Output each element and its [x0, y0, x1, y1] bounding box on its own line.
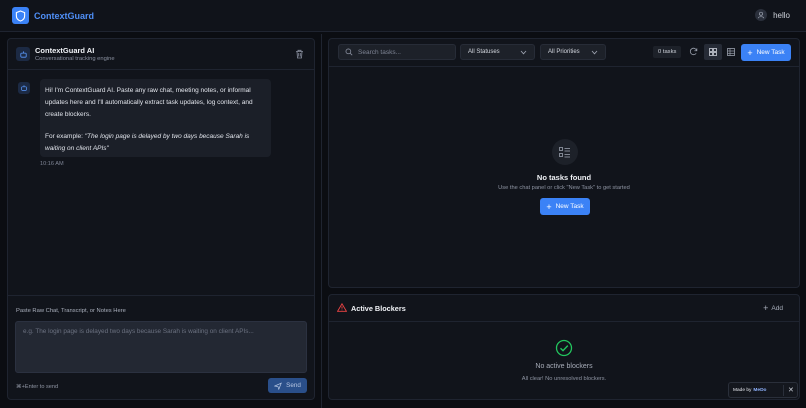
chat-title: ContextGuard AI	[35, 46, 95, 55]
list-view-icon[interactable]	[722, 44, 740, 60]
app-title: ContextGuard	[34, 10, 95, 21]
made-by-badge[interactable]: Made by MeDo ✕	[728, 382, 798, 398]
close-icon[interactable]: ✕	[788, 386, 794, 394]
status-filter-value: All Statuses	[468, 49, 500, 55]
plus-icon: +	[747, 47, 753, 58]
plus-icon: +	[546, 201, 552, 212]
trash-icon[interactable]	[295, 49, 305, 60]
bot-icon	[16, 47, 30, 61]
grid-view-icon[interactable]	[704, 44, 722, 60]
send-icon	[274, 382, 283, 390]
chat-subtitle: Conversational tracking engine	[35, 56, 115, 62]
view-toggle	[704, 44, 740, 60]
badge-separator	[783, 385, 784, 396]
search-input[interactable]	[358, 48, 453, 56]
refresh-icon[interactable]	[689, 47, 699, 57]
add-blocker-button[interactable]: + Add	[763, 303, 783, 313]
chat-panel: ContextGuard AI Conversational tracking …	[7, 38, 315, 400]
empty-tasks-subtitle: Use the chat panel or click "New Task" t…	[498, 185, 630, 191]
message-timestamp: 10:16 AM	[40, 161, 64, 167]
send-label: Send	[286, 382, 301, 389]
panel-divider[interactable]	[321, 34, 322, 408]
search-icon	[345, 48, 353, 56]
priority-filter[interactable]: All Priorities	[540, 44, 606, 60]
brand-logo: MeDo	[753, 387, 767, 393]
chevron-down-icon	[520, 50, 527, 55]
assistant-message: Hi! I'm ContextGuard AI. Paste any raw c…	[40, 79, 271, 157]
list-checklist-icon	[552, 139, 578, 165]
status-filter[interactable]: All Statuses	[460, 44, 535, 60]
blockers-title: Active Blockers	[351, 304, 406, 313]
notes-input[interactable]	[15, 321, 307, 373]
warning-triangle-icon	[337, 303, 347, 312]
blockers-header: Active Blockers + Add	[329, 295, 799, 322]
tasks-panel: All Statuses All Priorities 0 tasks + Ne…	[328, 38, 800, 288]
user-menu[interactable]: hello	[755, 9, 790, 21]
new-task-button[interactable]: + New Task	[540, 198, 590, 215]
empty-blockers-title: No active blockers	[535, 363, 593, 370]
send-hint: ⌘+Enter to send	[16, 384, 59, 390]
empty-blockers-subtitle: All clear! No unresolved blockers.	[521, 376, 607, 382]
shield-logo-icon	[12, 7, 29, 24]
bot-icon	[18, 82, 30, 94]
empty-tasks-title: No tasks found	[536, 173, 592, 182]
user-icon	[755, 9, 768, 21]
made-by-label: Made by	[733, 387, 752, 393]
tasks-toolbar: All Statuses All Priorities 0 tasks + Ne…	[329, 39, 799, 67]
message-text: Hi! I'm ContextGuard AI. Paste any raw c…	[45, 87, 253, 118]
new-task-button[interactable]: + New Task	[741, 44, 791, 61]
plus-icon: +	[763, 303, 769, 313]
message-example: For example: "The login page is delayed …	[45, 131, 266, 155]
input-label: Paste Raw Chat, Transcript, or Notes Her…	[16, 308, 126, 314]
top-bar: ContextGuard hello	[0, 0, 806, 32]
search-box	[338, 44, 456, 60]
send-button[interactable]: Send	[268, 378, 307, 393]
task-count-badge: 0 tasks	[653, 46, 682, 58]
chat-input-area: Paste Raw Chat, Transcript, or Notes Her…	[8, 295, 314, 399]
add-label: Add	[771, 304, 783, 312]
example-prefix: For example:	[45, 133, 85, 141]
new-task-label: New Task	[756, 49, 785, 56]
check-circle-icon	[555, 339, 573, 357]
new-task-label: New Task	[555, 203, 584, 210]
chat-header: ContextGuard AI Conversational tracking …	[8, 39, 314, 70]
chevron-down-icon	[591, 50, 598, 55]
user-name: hello	[773, 10, 790, 20]
priority-filter-value: All Priorities	[548, 49, 580, 55]
